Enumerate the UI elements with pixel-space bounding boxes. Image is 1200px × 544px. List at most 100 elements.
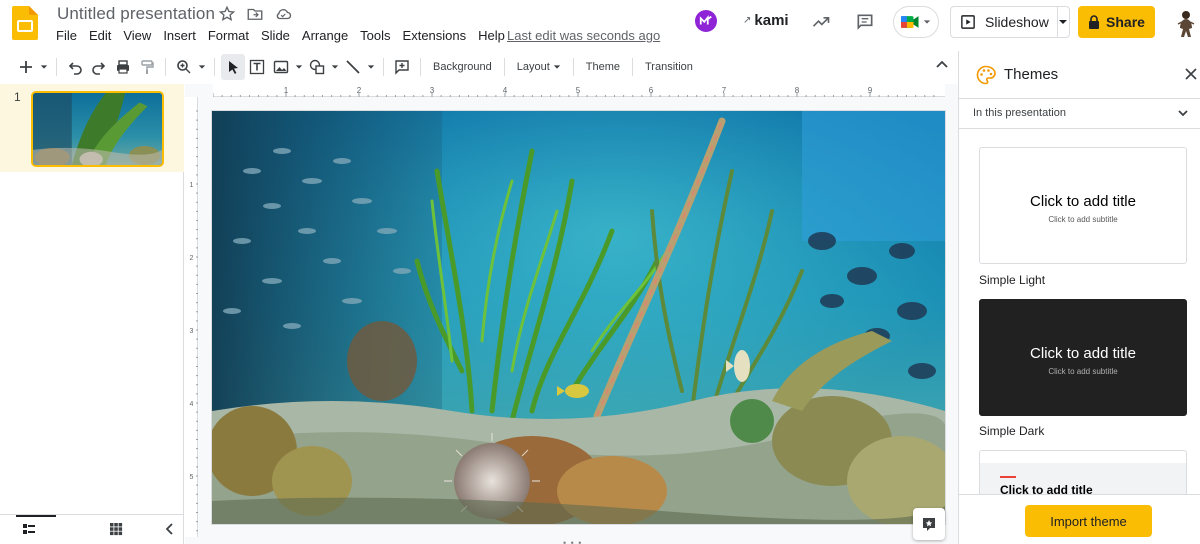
underwater-reef-image[interactable] — [212, 111, 945, 524]
filmstrip-footer — [0, 514, 184, 544]
chevron-down-icon — [331, 65, 339, 69]
share-label: Share — [1106, 14, 1145, 30]
ruler-label: 3 — [430, 86, 435, 95]
menu-tools[interactable]: Tools — [354, 28, 396, 44]
chevron-down-icon — [295, 65, 303, 69]
zoom-dropdown[interactable] — [196, 54, 208, 80]
menu-file[interactable]: File — [50, 28, 83, 44]
slide-filmstrip: 1 — [0, 84, 184, 514]
theme-preview-title: Click to add title — [1030, 345, 1136, 362]
toolbar-divider — [165, 58, 166, 76]
redo-button[interactable] — [87, 54, 111, 80]
transition-button[interactable]: Transition — [639, 61, 699, 73]
share-button[interactable]: Share — [1078, 6, 1155, 38]
chevron-down-icon — [923, 20, 931, 24]
background-button[interactable]: Background — [427, 61, 498, 73]
app-header: Untitled presentation File Edit View Ins… — [0, 0, 1200, 50]
toolbar-divider — [503, 58, 505, 76]
select-tool-button[interactable] — [221, 54, 245, 80]
print-button[interactable] — [111, 54, 135, 80]
collapse-menu-icon[interactable] — [935, 58, 949, 72]
theme-source-dropdown[interactable]: In this presentation — [959, 99, 1200, 129]
chevron-down-icon — [40, 65, 48, 69]
add-comment-button[interactable] — [390, 54, 414, 80]
thumbnail-reef-image — [33, 93, 162, 165]
text-box-button[interactable] — [245, 54, 269, 80]
slideshow-label: Slideshow — [985, 14, 1049, 30]
menu-view[interactable]: View — [117, 28, 157, 44]
meet-button[interactable] — [893, 6, 939, 38]
list-view-icon[interactable] — [22, 522, 36, 536]
theme-preview-subtitle: Click to add subtitle — [1048, 367, 1118, 376]
toolbar-divider — [56, 58, 57, 76]
new-slide-layout-dropdown[interactable] — [38, 54, 50, 80]
insert-image-button[interactable] — [269, 54, 293, 80]
chevron-down-icon — [1059, 20, 1068, 24]
explore-icon — [923, 518, 935, 531]
theme-card-simple-light[interactable]: Click to add title Click to add subtitle — [979, 147, 1187, 264]
document-title[interactable]: Untitled presentation — [57, 4, 215, 24]
line-icon — [346, 60, 360, 74]
image-icon — [273, 60, 289, 74]
meet-icon — [901, 16, 919, 28]
menu-edit[interactable]: Edit — [83, 28, 117, 44]
current-slide[interactable] — [212, 111, 945, 524]
palette-icon — [976, 65, 996, 85]
chevron-left-icon[interactable] — [163, 522, 177, 536]
paint-format-button[interactable] — [135, 54, 159, 80]
grid-view-icon[interactable] — [109, 522, 123, 536]
slideshow-options[interactable] — [1058, 17, 1069, 27]
menu-arrange[interactable]: Arrange — [296, 28, 354, 44]
cloud-status-icon[interactable] — [274, 5, 292, 23]
activity-dashboard-icon[interactable] — [811, 12, 831, 32]
horizontal-ruler[interactable]: 1 2 3 4 5 6 7 8 9 — [212, 84, 945, 97]
ruler-label: 3 — [190, 328, 194, 335]
slideshow-start[interactable]: Slideshow — [951, 7, 1058, 37]
theme-preview-accent — [1000, 476, 1016, 478]
new-slide-button[interactable] — [14, 54, 38, 80]
zoom-button[interactable] — [172, 54, 196, 80]
line-dropdown[interactable] — [365, 54, 377, 80]
last-edit-link[interactable]: Last edit was seconds ago — [507, 28, 660, 43]
avatar[interactable] — [1172, 8, 1198, 38]
menu-slide[interactable]: Slide — [255, 28, 296, 44]
insert-image-dropdown[interactable] — [293, 54, 305, 80]
ruler-label: 4 — [503, 86, 508, 95]
chevron-down-icon — [1178, 110, 1188, 117]
theme-preview-subtitle: Click to add subtitle — [1048, 215, 1118, 224]
slides-logo-icon[interactable] — [12, 6, 38, 40]
close-icon[interactable] — [1185, 68, 1197, 80]
menu-insert[interactable]: Insert — [157, 28, 202, 44]
ruler-label: 5 — [190, 474, 194, 481]
line-button[interactable] — [341, 54, 365, 80]
theme-button[interactable]: Theme — [580, 61, 626, 73]
text-box-icon — [249, 59, 265, 75]
layout-label: Layout — [516, 61, 550, 73]
theme-card-simple-dark[interactable]: Click to add title Click to add subtitle — [979, 299, 1187, 416]
vertical-ruler[interactable]: 1 2 3 4 5 — [185, 97, 198, 537]
comment-history-icon[interactable] — [855, 12, 875, 32]
editing-toolbar: Background Layout Theme Transition — [0, 51, 958, 83]
kami-extension-icon[interactable] — [695, 10, 717, 32]
theme-card-streamline[interactable]: Click to add title — [979, 450, 1187, 500]
shape-dropdown[interactable] — [329, 54, 341, 80]
speaker-notes-handle[interactable]: • • • — [563, 538, 582, 544]
themes-title: Themes — [1004, 66, 1059, 83]
move-folder-icon[interactable] — [246, 5, 264, 23]
shape-button[interactable] — [305, 54, 329, 80]
slide-thumbnail[interactable] — [31, 91, 164, 167]
import-theme-button[interactable]: Import theme — [1025, 505, 1152, 537]
menu-help[interactable]: Help — [472, 28, 511, 44]
slideshow-button[interactable]: Slideshow — [950, 6, 1070, 38]
filmstrip-slide-1[interactable]: 1 — [0, 84, 184, 172]
star-icon[interactable] — [218, 5, 236, 23]
themes-footer: Import theme — [959, 494, 1200, 544]
menu-format[interactable]: Format — [202, 28, 255, 44]
layout-button[interactable]: Layout — [511, 61, 567, 73]
undo-button[interactable] — [63, 54, 87, 80]
slide-canvas-area: 123456789 12345 • • • — [185, 84, 958, 544]
menu-extensions[interactable]: Extensions — [397, 28, 473, 44]
present-icon — [961, 15, 975, 29]
explore-button[interactable] — [913, 508, 945, 540]
kami-button[interactable]: ↗ kami — [743, 12, 789, 29]
